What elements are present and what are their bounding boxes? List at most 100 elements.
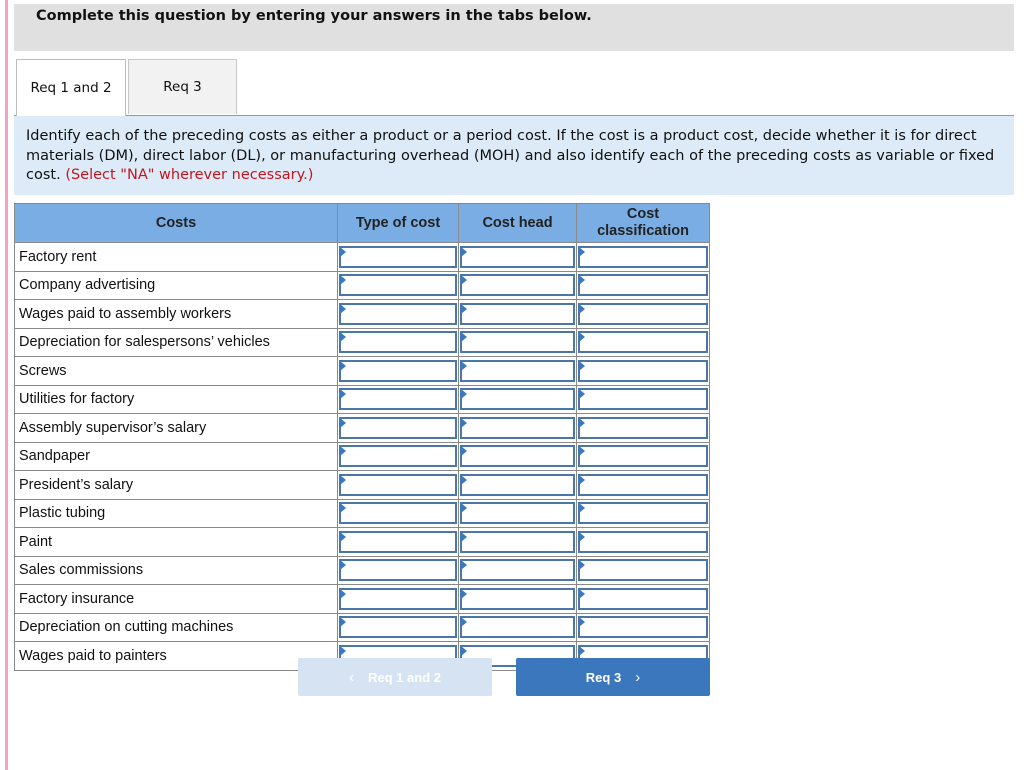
- cost-classification-dropdown[interactable]: [578, 245, 708, 268]
- cost-head-dropdown[interactable]: [460, 245, 575, 268]
- cost-head-dropdown[interactable]: [460, 416, 575, 439]
- cost-classification-dropdown[interactable]: [578, 274, 708, 297]
- type-of-cost-dropdown-cell: [337, 498, 459, 528]
- cost-classification-dropdown[interactable]: [578, 359, 708, 382]
- type-of-cost-dropdown-cell: [337, 242, 459, 272]
- table-row: Factory rent: [14, 242, 710, 272]
- type-of-cost-dropdown[interactable]: [339, 416, 457, 439]
- type-of-cost-dropdown[interactable]: [339, 245, 457, 268]
- cost-head-dropdown[interactable]: [460, 530, 575, 553]
- cost-classification-dropdown-cell: [576, 384, 710, 414]
- cost-head-dropdown[interactable]: [460, 359, 575, 382]
- cost-classification-dropdown-cell: [576, 299, 710, 329]
- cost-label: Company advertising: [14, 270, 338, 300]
- cost-label: Factory insurance: [14, 584, 338, 614]
- type-of-cost-dropdown-cell: [337, 584, 459, 614]
- cost-classification-dropdown[interactable]: [578, 530, 708, 553]
- type-of-cost-dropdown-cell: [337, 470, 459, 500]
- prev-button-label: Req 1 and 2: [368, 669, 441, 685]
- cost-head-dropdown-cell: [458, 441, 577, 471]
- type-of-cost-dropdown[interactable]: [339, 587, 457, 610]
- cost-head-dropdown[interactable]: [460, 445, 575, 468]
- type-of-cost-dropdown[interactable]: [339, 331, 457, 354]
- table-row: Paint: [14, 527, 710, 557]
- cost-head-dropdown[interactable]: [460, 616, 575, 639]
- table-row: President’s salary: [14, 470, 710, 500]
- cost-label: Wages paid to assembly workers: [14, 299, 338, 329]
- type-of-cost-dropdown[interactable]: [339, 445, 457, 468]
- header-costs: Costs: [14, 203, 338, 243]
- table-body: Factory rent Company advertising Wages pai…: [14, 242, 710, 671]
- cost-label: Paint: [14, 527, 338, 557]
- table-row: Assembly supervisor’s salary: [14, 413, 710, 443]
- cost-classification-dropdown-cell: [576, 584, 710, 614]
- cost-classification-dropdown[interactable]: [578, 445, 708, 468]
- type-of-cost-dropdown-cell: [337, 384, 459, 414]
- type-of-cost-dropdown[interactable]: [339, 530, 457, 553]
- cost-label: Assembly supervisor’s salary: [14, 413, 338, 443]
- type-of-cost-dropdown[interactable]: [339, 616, 457, 639]
- cost-classification-dropdown[interactable]: [578, 616, 708, 639]
- cost-classification-dropdown[interactable]: [578, 331, 708, 354]
- cost-head-dropdown-cell: [458, 242, 577, 272]
- cost-head-dropdown[interactable]: [460, 388, 575, 411]
- cost-head-dropdown[interactable]: [460, 274, 575, 297]
- cost-classification-dropdown-cell: [576, 242, 710, 272]
- cost-head-dropdown-cell: [458, 356, 577, 386]
- cost-head-dropdown[interactable]: [460, 559, 575, 582]
- table-row: Sandpaper: [14, 441, 710, 471]
- cost-classification-dropdown[interactable]: [578, 473, 708, 496]
- cost-classification-dropdown[interactable]: [578, 559, 708, 582]
- type-of-cost-dropdown-cell: [337, 527, 459, 557]
- cost-classification-dropdown[interactable]: [578, 302, 708, 325]
- cost-head-dropdown[interactable]: [460, 587, 575, 610]
- type-of-cost-dropdown-cell: [337, 356, 459, 386]
- type-of-cost-dropdown[interactable]: [339, 388, 457, 411]
- cost-classification-dropdown-cell: [576, 356, 710, 386]
- cost-head-dropdown-cell: [458, 555, 577, 585]
- cost-classification-dropdown[interactable]: [578, 587, 708, 610]
- cost-classification-dropdown-cell: [576, 270, 710, 300]
- table-row: Screws: [14, 356, 710, 386]
- cost-classification-dropdown[interactable]: [578, 388, 708, 411]
- cost-classification-dropdown-cell: [576, 555, 710, 585]
- header-cost-classification: Cost classification: [576, 203, 710, 243]
- cost-classification-dropdown-cell: [576, 612, 710, 642]
- type-of-cost-dropdown-cell: [337, 441, 459, 471]
- prev-button: ‹ Req 1 and 2: [298, 658, 492, 696]
- cost-classification-dropdown[interactable]: [578, 416, 708, 439]
- cost-head-dropdown[interactable]: [460, 473, 575, 496]
- next-button-label: Req 3: [585, 669, 622, 685]
- header-cost-head: Cost head: [458, 203, 577, 243]
- type-of-cost-dropdown-cell: [337, 555, 459, 585]
- type-of-cost-dropdown-cell: [337, 270, 459, 300]
- type-of-cost-dropdown[interactable]: [339, 274, 457, 297]
- table-row: Utilities for factory: [14, 384, 710, 414]
- cost-label: Plastic tubing: [14, 498, 338, 528]
- cost-classification-dropdown-cell: [576, 470, 710, 500]
- cost-label: Depreciation for salespersons’ vehicles: [14, 327, 338, 357]
- next-button[interactable]: Req 3 ›: [516, 658, 710, 696]
- cost-head-dropdown[interactable]: [460, 302, 575, 325]
- cost-label: Factory rent: [14, 242, 338, 272]
- table-header-row: Costs Type of cost Cost head Cost classi…: [14, 203, 710, 243]
- type-of-cost-dropdown[interactable]: [339, 559, 457, 582]
- type-of-cost-dropdown[interactable]: [339, 502, 457, 525]
- tab-req-1-and-2[interactable]: Req 1 and 2: [16, 59, 126, 116]
- type-of-cost-dropdown[interactable]: [339, 473, 457, 496]
- tab-req-3[interactable]: Req 3: [128, 59, 237, 114]
- cost-head-dropdown-cell: [458, 270, 577, 300]
- cost-classification-dropdown-cell: [576, 498, 710, 528]
- type-of-cost-dropdown-cell: [337, 413, 459, 443]
- type-of-cost-dropdown[interactable]: [339, 302, 457, 325]
- cost-head-dropdown[interactable]: [460, 331, 575, 354]
- cost-classification-dropdown[interactable]: [578, 502, 708, 525]
- cost-label: Wages paid to painters: [14, 641, 338, 671]
- left-accent-bar: [5, 0, 8, 770]
- table-row: Wages paid to assembly workers: [14, 299, 710, 329]
- type-of-cost-dropdown[interactable]: [339, 359, 457, 382]
- cost-head-dropdown[interactable]: [460, 502, 575, 525]
- cost-head-dropdown-cell: [458, 299, 577, 329]
- cost-head-dropdown-cell: [458, 584, 577, 614]
- cost-classification-dropdown-cell: [576, 413, 710, 443]
